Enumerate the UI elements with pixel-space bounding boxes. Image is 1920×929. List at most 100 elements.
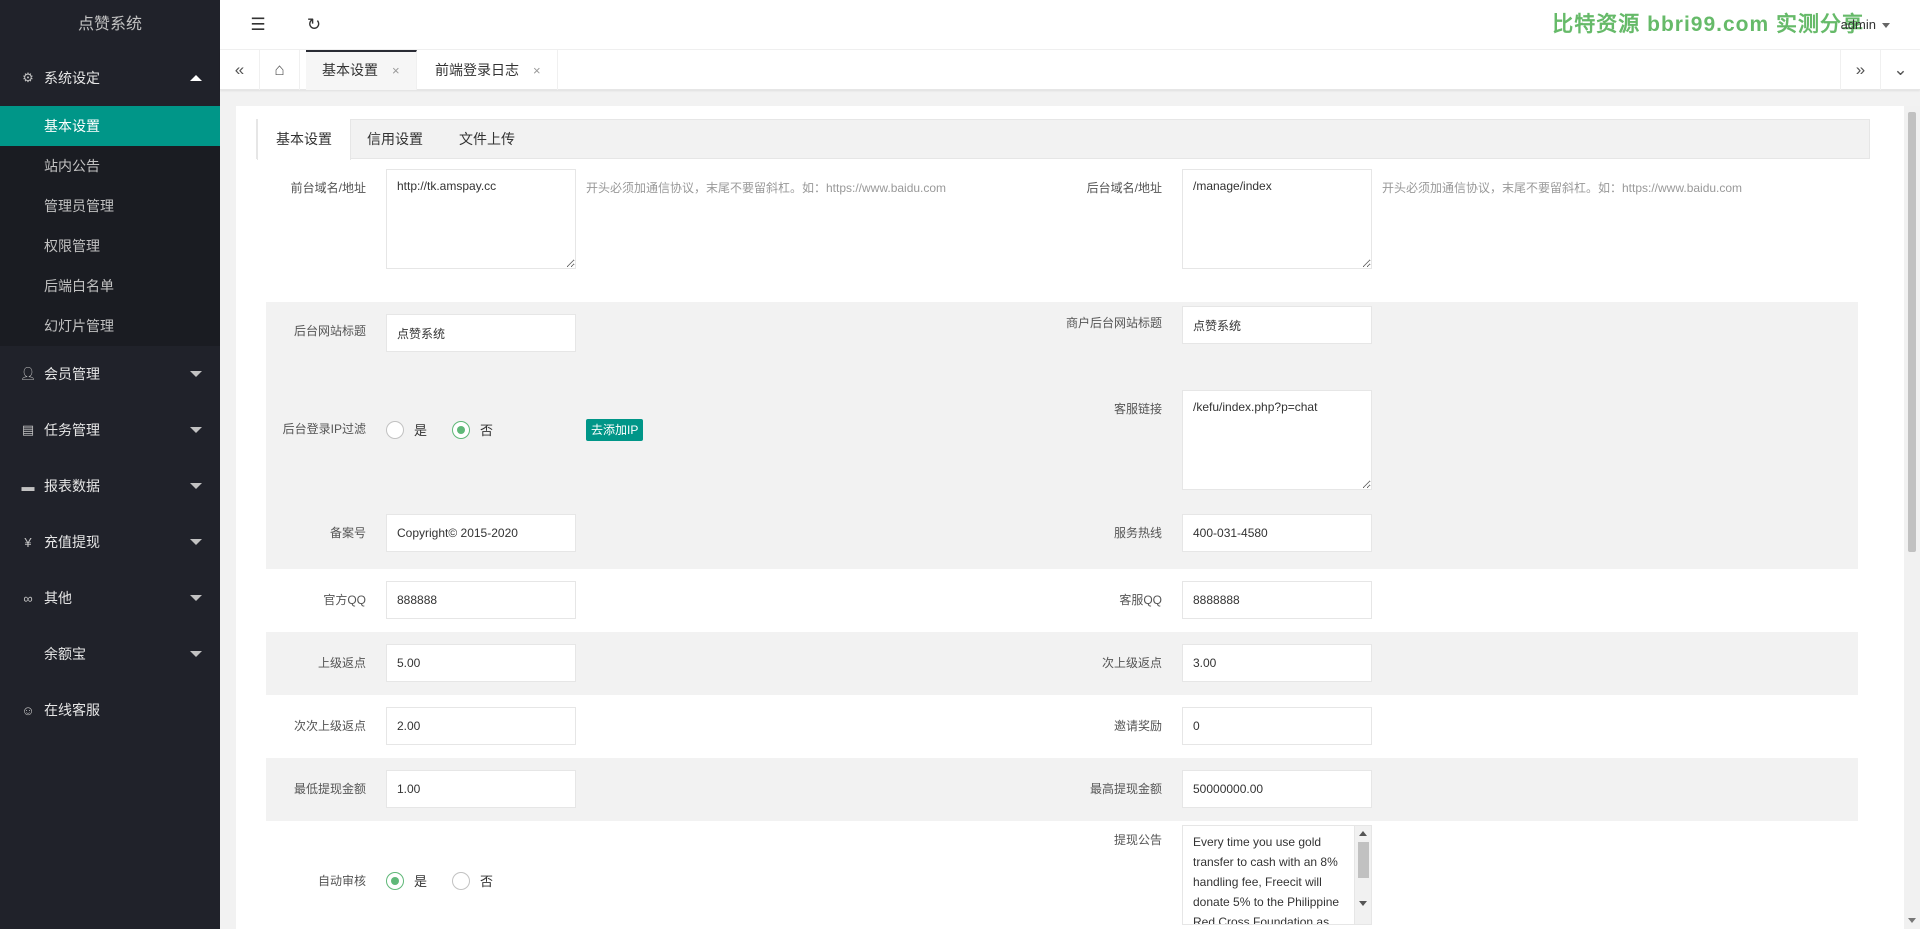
- back-domain-input[interactable]: /manage/index: [1182, 169, 1372, 269]
- nav-label: 系统设定: [44, 70, 100, 86]
- withdraw-notice-label: 提现公告: [1113, 833, 1162, 847]
- user-icon: 👤︎: [19, 366, 37, 381]
- scroll-thumb[interactable]: [1908, 112, 1916, 552]
- nav-label: 任务管理: [44, 422, 100, 438]
- back-domain-label: 后台域名/地址: [1086, 181, 1162, 195]
- sub-item-basic-settings[interactable]: 基本设置: [0, 106, 220, 146]
- chevron-down-icon[interactable]: ⌄: [1880, 50, 1920, 90]
- radio-checked-icon: [452, 420, 470, 439]
- scroll-down-icon[interactable]: [1359, 901, 1367, 906]
- service-qq-input[interactable]: [1182, 581, 1372, 619]
- third-rebate-input[interactable]: [386, 707, 576, 745]
- page-scrollbar[interactable]: [1904, 106, 1920, 929]
- top-header: ☰ ↻ 比特资源 bbri99.com 实测分享 admin: [220, 0, 1920, 50]
- nav-member-management[interactable]: 👤︎ 会员管理: [0, 346, 220, 402]
- front-domain-label: 前台域名/地址: [290, 181, 366, 195]
- nav-online-service[interactable]: ☺ 在线客服: [0, 682, 220, 738]
- nav-other[interactable]: ∞ 其他: [0, 570, 220, 626]
- ip-filter-label: 后台登录IP过滤: [282, 422, 366, 436]
- tab-credit-settings[interactable]: 信用设置: [349, 119, 441, 160]
- add-ip-button[interactable]: 去添加IP: [586, 419, 644, 441]
- upper-rebate-input[interactable]: [386, 644, 576, 682]
- nav-task-management[interactable]: ▤ 任务管理: [0, 402, 220, 458]
- icp-input[interactable]: [386, 514, 576, 552]
- ip-filter-no-radio[interactable]: 否: [452, 420, 493, 439]
- merchant-title-label: 商户后台网站标题: [1065, 316, 1162, 330]
- front-domain-hint: 开头必须加通信协议，末尾不要留斜杠。如：https://www.baidu.co…: [586, 181, 947, 195]
- settings-card: 基本设置 信用设置 文件上传 前台域名/地址 http://tk.amspay.…: [236, 106, 1904, 929]
- ip-filter-yes-radio[interactable]: 是: [386, 420, 427, 439]
- auto-review-no-radio[interactable]: 否: [452, 871, 493, 890]
- caret-down-icon: [190, 539, 202, 545]
- nav-label: 报表数据: [44, 478, 100, 494]
- hotline-input[interactable]: [1182, 514, 1372, 552]
- tabs-scroll-right-icon[interactable]: »: [1840, 50, 1880, 90]
- service-link-input[interactable]: /kefu/index.php?p=chat: [1182, 390, 1372, 490]
- form-row-rebate: 上级返点 次上级返点: [266, 632, 1858, 695]
- nav-system-settings[interactable]: ⚙ 系统设定: [0, 50, 220, 106]
- caret-down-icon: [190, 595, 202, 601]
- official-qq-label: 官方QQ: [323, 593, 366, 607]
- scroll-thumb[interactable]: [1358, 842, 1369, 878]
- sub-item-slides[interactable]: 幻灯片管理: [0, 306, 220, 346]
- textarea-scrollbar[interactable]: [1354, 826, 1371, 924]
- card-tabs: 基本设置 信用设置 文件上传: [256, 119, 1870, 160]
- nav-reports[interactable]: ▬ 报表数据: [0, 458, 220, 514]
- form-row-third-rebate: 次次上级返点 邀请奖励: [266, 695, 1858, 758]
- page-tab-login-log[interactable]: 前端登录日志 ×: [419, 50, 558, 90]
- page-tab-basic-settings[interactable]: 基本设置 ×: [306, 50, 417, 90]
- tab-file-upload[interactable]: 文件上传: [441, 119, 533, 160]
- front-domain-input[interactable]: http://tk.amspay.cc: [386, 169, 576, 269]
- radio-label: 否: [480, 874, 494, 889]
- scroll-down-icon[interactable]: [1908, 918, 1916, 923]
- watermark: 比特资源 bbri99.com 实测分享: [1552, 13, 1864, 36]
- max-withdraw-input[interactable]: [1182, 770, 1372, 808]
- min-withdraw-input[interactable]: [386, 770, 576, 808]
- upper-rebate-label: 上级返点: [317, 656, 366, 670]
- form-row-qq: 官方QQ 客服QQ: [266, 569, 1858, 632]
- nav-recharge-withdraw[interactable]: ¥ 充值提现: [0, 514, 220, 570]
- radio-checked-icon: [386, 871, 404, 890]
- hotline-label: 服务热线: [1113, 526, 1162, 540]
- form-row-domains: 前台域名/地址 http://tk.amspay.cc 开头必须加通信协议，末尾…: [266, 169, 1858, 282]
- official-qq-input[interactable]: [386, 581, 576, 619]
- user-menu[interactable]: admin: [1841, 17, 1876, 32]
- third-rebate-label: 次次上级返点: [293, 719, 366, 733]
- nav-balance[interactable]: 余额宝: [0, 626, 220, 682]
- site-title-input[interactable]: [386, 314, 576, 352]
- tab-label: 前端登录日志: [435, 62, 519, 78]
- nav-label: 会员管理: [44, 366, 100, 382]
- document-icon: ▤: [21, 422, 35, 437]
- nav-label: 余额宝: [44, 646, 86, 662]
- sub-item-permissions[interactable]: 权限管理: [0, 226, 220, 266]
- sub-item-announcements[interactable]: 站内公告: [0, 146, 220, 186]
- caret-down-icon: [190, 371, 202, 377]
- auto-review-yes-radio[interactable]: 是: [386, 871, 427, 890]
- refresh-icon[interactable]: ↻: [304, 15, 324, 35]
- second-rebate-input[interactable]: [1182, 644, 1372, 682]
- close-icon[interactable]: ×: [533, 63, 541, 78]
- withdraw-notice-text: Every time you use gold transfer to cash…: [1193, 835, 1340, 925]
- tab-basic-settings[interactable]: 基本设置: [257, 119, 351, 160]
- sub-item-whitelist[interactable]: 后端白名单: [0, 266, 220, 306]
- blank-icon: [20, 646, 36, 662]
- max-withdraw-label: 最高提现金额: [1089, 782, 1162, 796]
- withdraw-notice-input[interactable]: Every time you use gold transfer to cash…: [1182, 825, 1372, 925]
- merchant-title-input[interactable]: [1182, 306, 1372, 344]
- link-icon: ∞: [23, 590, 33, 606]
- nav-label: 在线客服: [44, 702, 100, 718]
- radio-label: 是: [414, 423, 428, 438]
- collapse-menu-icon[interactable]: ☰: [248, 15, 268, 35]
- gear-icon: ⚙: [22, 70, 34, 85]
- radio-label: 是: [414, 874, 428, 889]
- nav-submenu: 基本设置 站内公告 管理员管理 权限管理 后端白名单 幻灯片管理: [0, 106, 220, 346]
- service-qq-label: 客服QQ: [1119, 593, 1162, 607]
- radio-circle-icon: [386, 420, 404, 439]
- tabs-scroll-left-icon[interactable]: «: [220, 50, 260, 90]
- service-link-label: 客服链接: [1113, 402, 1162, 416]
- scroll-up-icon[interactable]: [1359, 831, 1367, 836]
- home-icon[interactable]: ⌂: [260, 50, 300, 90]
- close-icon[interactable]: ×: [392, 63, 400, 78]
- invite-reward-input[interactable]: [1182, 707, 1372, 745]
- sub-item-admin-management[interactable]: 管理员管理: [0, 186, 220, 226]
